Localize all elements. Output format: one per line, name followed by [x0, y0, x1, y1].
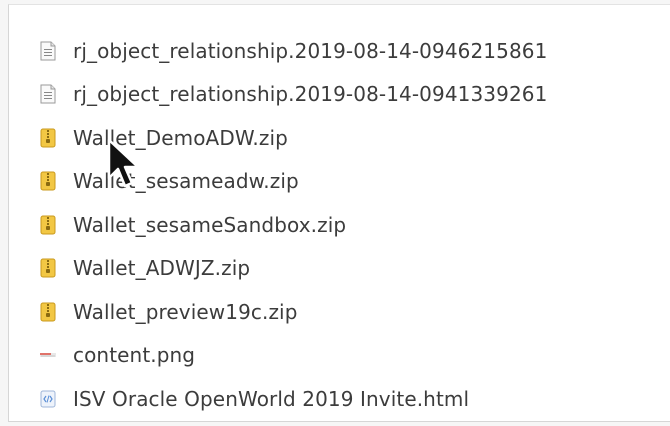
file-list: rj_object_relationship.2019-08-14-094621… — [9, 29, 670, 421]
file-name: content.png — [73, 343, 196, 368]
zip-archive-icon — [40, 171, 56, 191]
file-name: rj_object_relationship.2019-08-14-094133… — [73, 82, 548, 107]
list-item[interactable]: Wallet_ADWJZ.zip — [9, 247, 670, 291]
file-name: Wallet_ADWJZ.zip — [73, 256, 251, 281]
list-item[interactable]: rj_object_relationship.2019-08-14-094621… — [9, 29, 670, 73]
file-name: Wallet_sesameSandbox.zip — [73, 212, 347, 237]
file-list-pane: rj_object_relationship.2019-08-14-094621… — [8, 4, 670, 422]
file-name: rj_object_relationship.2019-08-14-094621… — [73, 38, 548, 63]
list-item[interactable]: Wallet_preview19c.zip — [9, 290, 670, 334]
zip-archive-icon — [40, 128, 56, 148]
html-file-icon — [40, 389, 56, 409]
text-file-icon — [40, 41, 56, 61]
zip-archive-icon — [40, 258, 56, 278]
list-item[interactable]: rj_object_relationship.2019-08-14-094133… — [9, 73, 670, 117]
file-name: Wallet_preview19c.zip — [73, 299, 298, 324]
zip-archive-icon — [40, 302, 56, 322]
zip-archive-icon — [40, 215, 56, 235]
list-item[interactable]: content.png — [9, 334, 670, 378]
text-file-icon — [40, 84, 56, 104]
file-name: Wallet_DemoADW.zip — [73, 125, 288, 150]
list-item[interactable]: ISV Oracle OpenWorld 2019 Invite.html — [9, 377, 670, 421]
mouse-pointer-icon — [107, 138, 140, 188]
list-item[interactable]: Wallet_sesameSandbox.zip — [9, 203, 670, 247]
file-name: ISV Oracle OpenWorld 2019 Invite.html — [73, 386, 470, 411]
image-file-icon — [40, 345, 56, 365]
